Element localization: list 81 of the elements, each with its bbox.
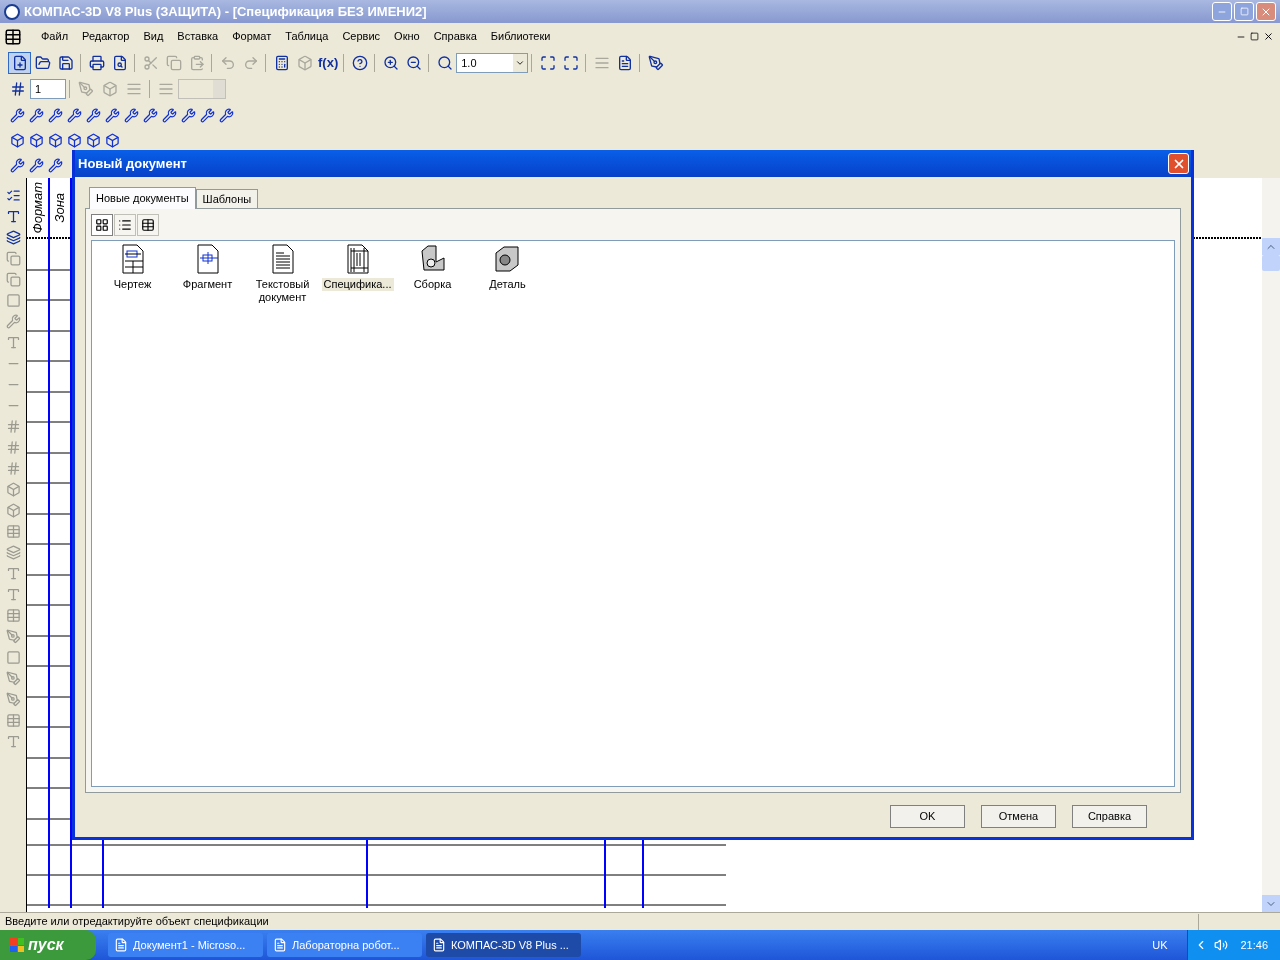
save-icon	[57, 55, 74, 71]
zoom-combo[interactable]: 1.0	[456, 53, 529, 73]
menu-item[interactable]: Сервис	[335, 28, 388, 45]
dialog-button[interactable]: Отмена	[981, 805, 1056, 828]
status-text: Введите или отредактируйте объект спецификации	[4, 914, 270, 930]
cube-icon	[102, 81, 118, 97]
taskbar-button[interactable]: Лабораторна робот...	[267, 933, 422, 957]
large-icons-icon	[95, 218, 109, 232]
menu-item[interactable]: Вставка	[170, 28, 226, 45]
dialog-button[interactable]: Справка	[1072, 805, 1147, 828]
clock: 21:46	[1239, 937, 1269, 953]
menu-item[interactable]: Таблица	[278, 28, 336, 45]
fit-icon	[539, 55, 556, 71]
fit-icon	[562, 55, 579, 71]
taskbar-button[interactable]: КОМПАС-3D V8 Plus ...	[426, 933, 581, 957]
column-header: Зона	[51, 193, 69, 223]
document-type-item[interactable]: Сборка	[411, 278, 454, 291]
calculator-icon	[273, 55, 290, 71]
document-icon	[114, 938, 128, 952]
start-button[interactable]: пуск	[0, 930, 96, 960]
menu-item[interactable]: Формат	[225, 28, 279, 45]
cube-icon	[296, 55, 313, 71]
small-icons-button[interactable]	[114, 214, 136, 236]
close-icon[interactable]	[1263, 31, 1274, 42]
close-button[interactable]	[1168, 153, 1189, 174]
close-button[interactable]	[1256, 2, 1276, 21]
menu-item[interactable]: Окно	[387, 28, 427, 45]
lines-icon	[158, 81, 174, 97]
page-number-field[interactable]: 1	[30, 79, 66, 99]
new-file-button[interactable]	[8, 52, 31, 74]
small-icons-icon	[118, 218, 132, 232]
tab[interactable]: Шаблоны	[195, 189, 259, 208]
dialog-title: Новый документ	[78, 154, 188, 173]
preview-icon	[111, 55, 128, 71]
menu-item[interactable]: Редактор	[75, 28, 137, 45]
restore-icon	[1239, 7, 1249, 16]
help-icon	[351, 55, 368, 71]
document-type-item[interactable]: Текстовый документ	[246, 278, 319, 304]
page-number-icon	[10, 81, 26, 97]
language-indicator[interactable]: UK	[1152, 936, 1168, 954]
speaker-icon[interactable]	[1214, 938, 1229, 952]
menu-item[interactable]: Вид	[136, 28, 171, 45]
details-icon	[141, 218, 155, 232]
tab[interactable]: Новые документы	[89, 187, 196, 209]
new-file-icon	[11, 55, 28, 71]
document-icon	[432, 938, 446, 952]
lines-icon	[593, 55, 610, 71]
formula-button[interactable]: f(x)	[316, 52, 341, 74]
redo-icon	[242, 55, 259, 71]
printer-icon	[88, 55, 105, 71]
pen-icon	[78, 81, 94, 97]
folder-icon	[34, 55, 51, 71]
details-button[interactable]	[137, 214, 159, 236]
taskbar-button[interactable]: Документ1 - Microso...	[108, 933, 263, 957]
copy-icon	[165, 55, 182, 71]
menu-item[interactable]: Справка	[426, 28, 484, 45]
column-header: Формат	[28, 182, 46, 234]
menu-item[interactable]: Библиотеки	[483, 28, 558, 45]
document-icon	[273, 938, 287, 952]
undo-icon	[219, 55, 236, 71]
large-icons-button[interactable]	[91, 214, 113, 236]
scrollbar-thumb[interactable]	[1262, 255, 1280, 271]
pen-icon	[647, 55, 664, 71]
zoom-out-icon	[405, 55, 422, 71]
menu-item[interactable]: Файл	[34, 28, 76, 45]
scissors-icon	[142, 55, 159, 71]
document-type-item[interactable]: Фрагмент	[180, 278, 235, 291]
document-type-item[interactable]: Чертеж	[111, 278, 154, 291]
app-logo-icon	[4, 3, 20, 20]
windows-logo-icon	[10, 938, 24, 952]
restore-icon[interactable]	[1250, 32, 1259, 41]
document-menu-icon[interactable]	[4, 27, 22, 46]
paste-icon	[188, 55, 205, 71]
document-type-item[interactable]: Деталь	[487, 278, 528, 291]
page-icon	[616, 55, 633, 71]
document-type-item[interactable]: Специфика...	[321, 278, 394, 291]
magnifier-icon	[436, 55, 453, 71]
dropdown-icon	[515, 58, 526, 68]
zoom-in-icon	[382, 55, 399, 71]
window-title: КОМПАС-3D V8 Plus (ЗАЩИТА) - [Спецификация БЕЗ ИМЕНИ2]	[24, 2, 428, 21]
dialog-button[interactable]: OK	[890, 805, 965, 828]
